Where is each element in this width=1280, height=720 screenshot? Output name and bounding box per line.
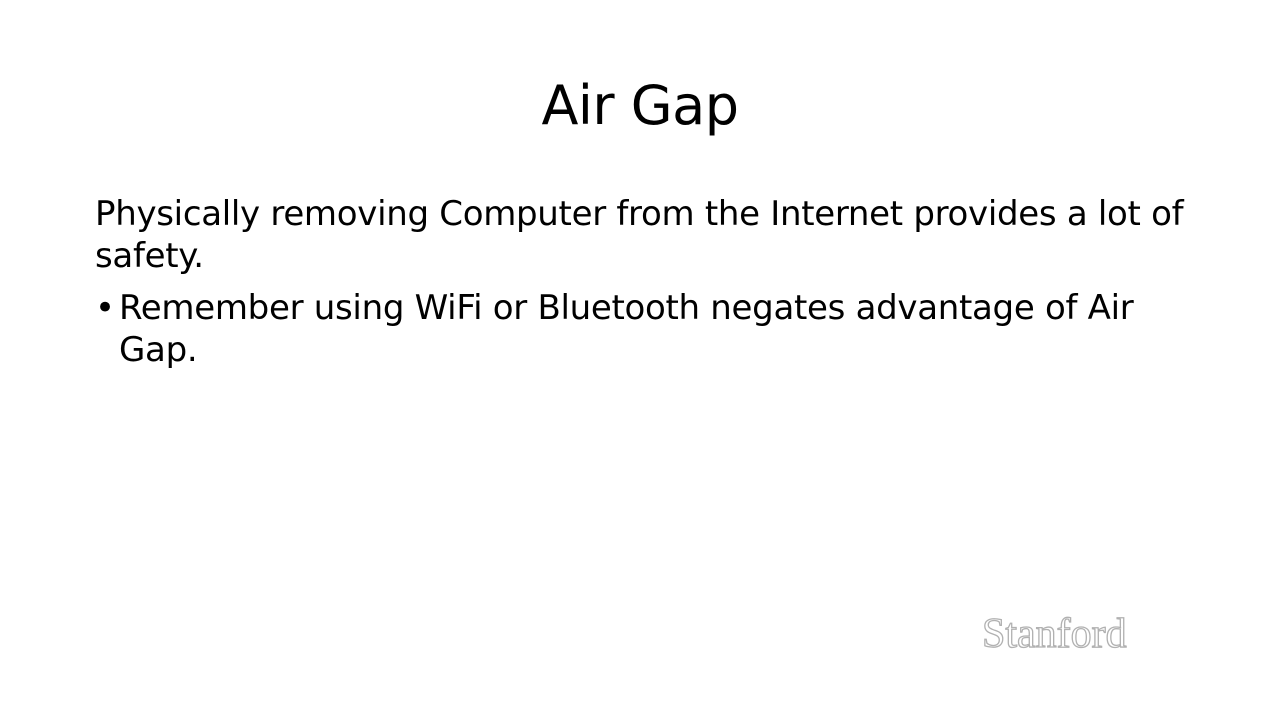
bullet-icon: • (95, 288, 116, 328)
slide-body: Physically removing Computer from the In… (95, 193, 1195, 371)
bullet-item: • Remember using WiFi or Bluetooth negat… (95, 287, 1195, 371)
stanford-watermark-logo: Stanford (980, 606, 1156, 658)
body-paragraph: Physically removing Computer from the In… (95, 194, 1184, 276)
stanford-wordmark-svg: Stanford (981, 610, 1127, 657)
slide: Air Gap Physically removing Computer fro… (0, 0, 1280, 720)
watermark-text: Stanford (982, 611, 1127, 657)
bullet-text: Remember using WiFi or Bluetooth negates… (119, 288, 1134, 370)
slide-title: Air Gap (541, 74, 739, 137)
